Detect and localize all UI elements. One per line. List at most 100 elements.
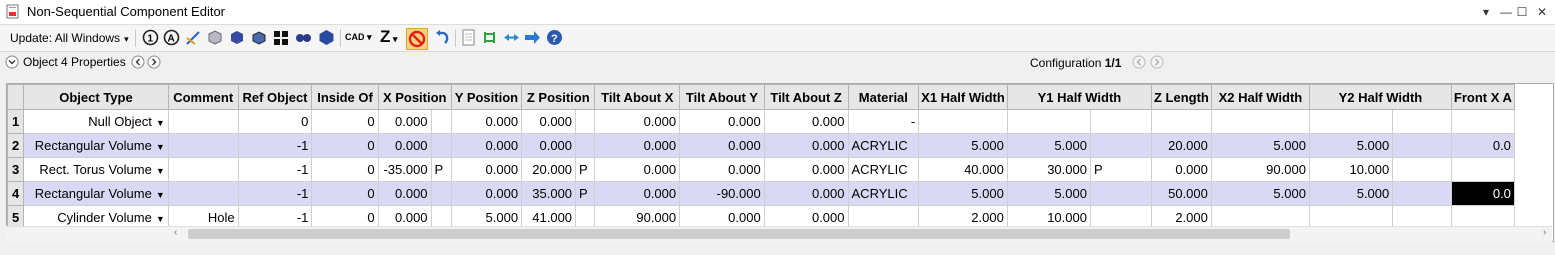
table-cell[interactable]: 5.000 <box>918 181 1008 206</box>
table-cell[interactable]: 5.000 <box>1308 181 1394 206</box>
solve-flag-cell[interactable] <box>430 133 452 158</box>
header-cell[interactable]: Z Length <box>1150 84 1212 110</box>
dots-icon[interactable] <box>295 29 312 46</box>
table-cell[interactable]: 20.000 <box>1150 133 1212 158</box>
header-cell[interactable]: Front X A <box>1450 84 1515 110</box>
table-cell[interactable]: 0.0 <box>1450 181 1515 206</box>
header-cell[interactable]: Inside Of <box>311 84 379 110</box>
table-cell[interactable] <box>167 109 239 134</box>
header-cell[interactable]: Ref Object <box>237 84 313 110</box>
table-cell[interactable] <box>1450 109 1515 134</box>
table-cell[interactable]: 0.000 <box>377 133 432 158</box>
chevron-down-icon[interactable]: ▾ <box>1476 3 1496 21</box>
solve-flag-cell[interactable] <box>1089 109 1152 134</box>
row-number[interactable]: 2 <box>7 133 25 158</box>
table-cell[interactable]: 0.000 <box>594 109 681 134</box>
row-number[interactable]: 4 <box>7 181 25 206</box>
object-type-select[interactable]: Null Object ▼ <box>23 109 169 134</box>
header-cell[interactable]: Y Position <box>450 84 523 110</box>
table-cell[interactable] <box>1450 157 1515 182</box>
lens-a-icon[interactable]: A <box>163 29 180 46</box>
table-cell[interactable]: -1 <box>237 157 313 182</box>
cad-dropdown[interactable]: CAD ▾ <box>345 32 372 43</box>
horizontal-scrollbar[interactable]: ‹ › <box>6 226 1552 242</box>
solve-flag-cell[interactable] <box>575 133 596 158</box>
table-cell[interactable]: 40.000 <box>918 157 1008 182</box>
header-cell[interactable]: Tilt About Z <box>763 84 849 110</box>
header-cell[interactable]: X2 Half Width <box>1210 84 1310 110</box>
table-cell[interactable] <box>167 133 239 158</box>
table-cell[interactable]: -35.000 <box>377 157 432 182</box>
close-button[interactable]: ✕ <box>1532 3 1552 21</box>
scrollbar-thumb[interactable] <box>188 229 1290 239</box>
scroll-right-icon[interactable]: › <box>1543 227 1546 238</box>
chevron-down-icon[interactable]: ▼ <box>156 118 165 128</box>
solve-flag-cell[interactable]: P <box>575 181 596 206</box>
previous-config-icon[interactable] <box>1132 55 1146 69</box>
table-cell[interactable] <box>167 157 239 182</box>
table-cell[interactable]: 50.000 <box>1150 181 1212 206</box>
right-arrow-icon[interactable] <box>524 29 541 46</box>
previous-object-icon[interactable] <box>131 55 145 69</box>
row-number[interactable]: 3 <box>7 157 25 182</box>
table-cell[interactable]: 0.000 <box>763 109 849 134</box>
object-icon[interactable] <box>206 29 223 46</box>
collapse-toggle-icon[interactable] <box>5 55 19 69</box>
table-cell[interactable]: -90.000 <box>679 181 765 206</box>
table-cell[interactable]: 0 <box>311 133 379 158</box>
swap-icon[interactable] <box>481 29 498 46</box>
table-row[interactable]: 2 Rectangular Volume ▼ -1 0 0.000 0.000 0.000 0.… <box>7 133 1553 158</box>
header-cell[interactable]: Y1 Half Width <box>1006 84 1152 110</box>
table-cell[interactable] <box>1210 109 1310 134</box>
table-cell[interactable]: 5.000 <box>1308 133 1394 158</box>
row-number[interactable]: 1 <box>7 109 25 134</box>
table-cell[interactable]: 0.000 <box>763 181 849 206</box>
table-cell[interactable] <box>1392 157 1452 182</box>
solve-flag-cell[interactable]: P <box>430 157 452 182</box>
table-row[interactable]: 4 Rectangular Volume ▼ -1 0 0.000 0.000 35.000 P… <box>7 181 1553 206</box>
table-cell[interactable]: 0 <box>237 109 313 134</box>
table-cell[interactable]: 0.000 <box>679 133 765 158</box>
object-type-select[interactable]: Rectangular Volume ▼ <box>23 181 169 206</box>
table-cell[interactable]: 0.000 <box>594 133 681 158</box>
chevron-down-icon[interactable]: ▼ <box>156 214 165 224</box>
table-cell[interactable] <box>1150 109 1212 134</box>
table-cell[interactable]: 0.000 <box>763 133 849 158</box>
table-cell[interactable]: 0.000 <box>377 109 432 134</box>
solve-flag-cell[interactable] <box>1089 133 1152 158</box>
object-type-select[interactable]: Rect. Torus Volume ▼ <box>23 157 169 182</box>
solve-flag-cell[interactable] <box>430 181 452 206</box>
hexagon-icon[interactable] <box>318 29 335 46</box>
table-cell[interactable]: 0.000 <box>763 157 849 182</box>
table-cell[interactable]: 0.000 <box>594 181 681 206</box>
table-cell[interactable]: 0.000 <box>450 109 523 134</box>
table-cell[interactable]: 5.000 <box>1210 133 1310 158</box>
header-cell[interactable]: Material <box>847 84 920 110</box>
expand-arrows-icon[interactable] <box>503 29 520 46</box>
solve-flag-cell[interactable] <box>430 109 452 134</box>
table-cell[interactable]: ACRYLIC <box>847 157 920 182</box>
table-row[interactable]: 3 Rect. Torus Volume ▼ -1 0 -35.000 P 0.000 20.0… <box>7 157 1553 182</box>
header-cell[interactable]: X Position <box>377 84 452 110</box>
table-cell[interactable]: 0.000 <box>521 109 577 134</box>
scroll-left-icon[interactable]: ‹ <box>174 227 177 238</box>
table-cell[interactable]: 0.0 <box>1450 133 1515 158</box>
maximize-button[interactable]: ☐ <box>1512 3 1532 21</box>
chevron-down-icon[interactable]: ▼ <box>156 190 165 200</box>
table-cell[interactable] <box>1006 109 1091 134</box>
table-cell[interactable]: 0 <box>311 181 379 206</box>
header-cell[interactable]: Tilt About Y <box>679 84 765 110</box>
table-cell[interactable]: 0.000 <box>679 157 765 182</box>
solid-icon[interactable] <box>250 29 267 46</box>
table-cell[interactable]: 0.000 <box>679 109 765 134</box>
solve-flag-cell[interactable]: P <box>1089 157 1152 182</box>
table-cell[interactable]: 90.000 <box>1210 157 1310 182</box>
z-dropdown[interactable]: Z ▾ <box>380 27 397 47</box>
table-cell[interactable]: 0.000 <box>450 133 523 158</box>
table-cell[interactable] <box>1308 109 1394 134</box>
table-cell[interactable]: 0.000 <box>450 157 523 182</box>
table-cell[interactable]: 10.000 <box>1308 157 1394 182</box>
lens-1-icon[interactable]: 1 <box>142 29 159 46</box>
solve-flag-cell[interactable]: P <box>575 157 596 182</box>
solve-flag-cell[interactable] <box>575 109 596 134</box>
